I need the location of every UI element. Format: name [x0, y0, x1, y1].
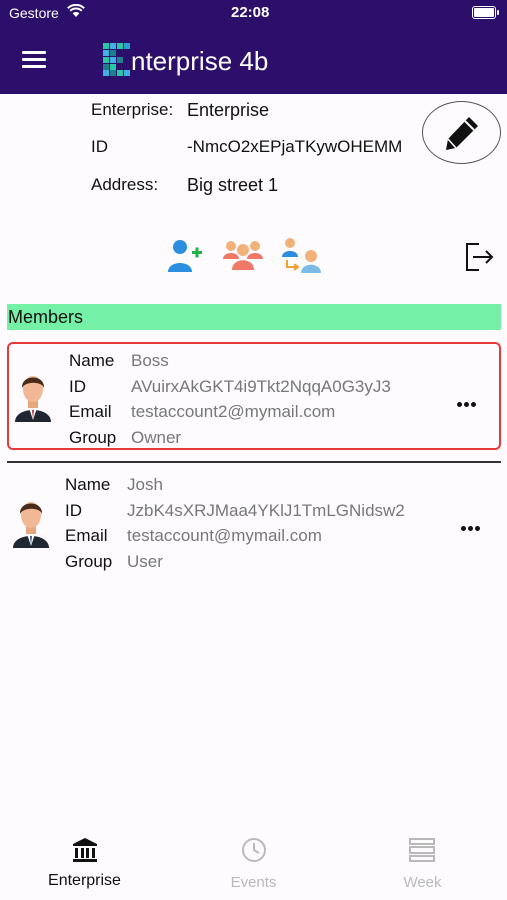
- member-group-label: Group: [65, 552, 113, 571]
- member-group-label: Group: [69, 428, 117, 447]
- member-name-label: Name: [69, 351, 115, 370]
- group-icon[interactable]: [223, 237, 263, 273]
- edit-enterprise-button[interactable]: [422, 101, 501, 164]
- members-section-title: Members: [8, 307, 84, 327]
- tab-label: Events: [230, 874, 277, 891]
- clock-icon: [242, 838, 266, 862]
- member-name-value: Josh: [127, 475, 163, 494]
- tab-week[interactable]: Week: [338, 824, 507, 900]
- tab-label: Enterprise: [48, 872, 121, 889]
- tab-enterprise[interactable]: Enterprise: [0, 824, 169, 900]
- add-member-icon[interactable]: [167, 238, 203, 274]
- member-more-button[interactable]: [461, 518, 482, 536]
- pencil-icon: [446, 117, 478, 150]
- member-card[interactable]: Name Josh ID JzbK4sXRJMaa4YKlJ1TmLGNidsw…: [7, 468, 501, 576]
- member-email-label: Email: [69, 402, 112, 421]
- carrier-label: Gestore: [9, 5, 59, 21]
- bottom-tab-bar: Enterprise Events Week: [0, 824, 507, 900]
- member-id-label: ID: [65, 501, 82, 520]
- app-title: nterprise 4b: [131, 46, 269, 76]
- member-group-value: Owner: [131, 428, 182, 447]
- app-logo-icon: [103, 43, 130, 76]
- member-email-value: testaccount@mymail.com: [127, 526, 322, 545]
- enterprise-name-value: Enterprise: [187, 100, 270, 120]
- enterprise-id-label: ID: [91, 137, 108, 156]
- transfer-ownership-icon[interactable]: [281, 236, 321, 274]
- member-group-value: User: [127, 552, 163, 571]
- menu-button[interactable]: [22, 49, 48, 71]
- bank-icon: [73, 838, 97, 862]
- avatar: [13, 502, 49, 548]
- member-card[interactable]: Name Boss ID AVuirxAkGKT4i9Tkt2NqqA0G3yJ…: [7, 342, 501, 450]
- member-id-value: JzbK4sXRJMaa4YKlJ1TmLGNidsw2: [127, 501, 405, 520]
- leave-enterprise-icon[interactable]: [465, 242, 495, 272]
- avatar: [15, 376, 51, 422]
- member-id-label: ID: [69, 377, 86, 396]
- member-name-value: Boss: [131, 351, 169, 370]
- member-more-button[interactable]: [457, 394, 478, 412]
- member-id-value: AVuirxAkGKT4i9Tkt2NqqA0G3yJ3: [131, 377, 391, 396]
- app-header: Gestore 22:08 nterprise 4b: [0, 0, 507, 94]
- member-email-label: Email: [65, 526, 108, 545]
- enterprise-address-label: Address:: [91, 175, 159, 194]
- member-name-label: Name: [65, 475, 111, 494]
- battery-icon: [472, 6, 499, 19]
- member-email-value: testaccount2@mymail.com: [131, 402, 336, 421]
- tab-label: Week: [403, 874, 442, 891]
- enterprise-address-value: Big street 1: [187, 175, 279, 195]
- enterprise-name-label: Enterprise:: [91, 100, 174, 119]
- status-time: 22:08: [231, 4, 270, 21]
- member-divider: [7, 461, 501, 463]
- week-icon: [409, 838, 435, 862]
- enterprise-id-value: -NmcO2xEPjaTKywOHEMM: [187, 137, 403, 156]
- members-section-header: Members: [7, 304, 501, 330]
- wifi-icon: [67, 4, 85, 17]
- tab-events[interactable]: Events: [169, 824, 338, 900]
- status-bar: Gestore 22:08: [0, 4, 507, 24]
